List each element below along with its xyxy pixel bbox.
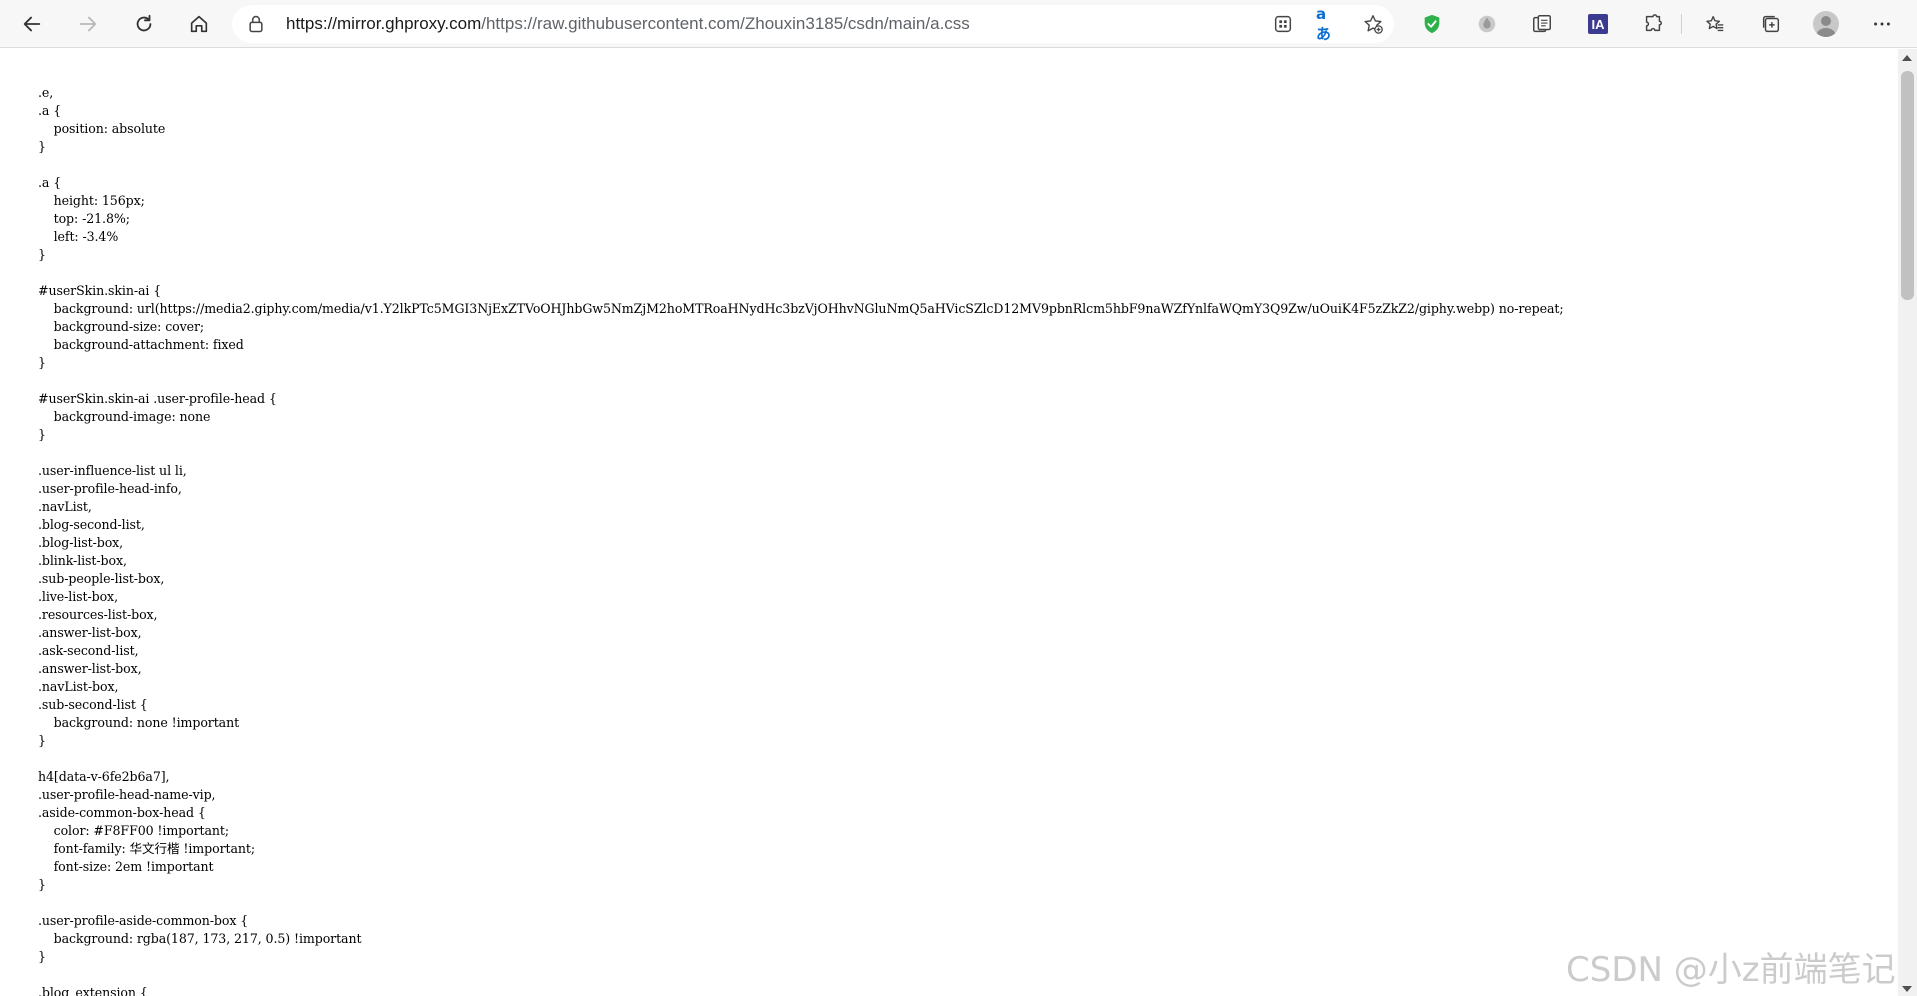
collections-copy-icon [1533,15,1551,33]
css-source-text[interactable]: .e, .a { position: absolute } .a { heigh… [38,84,1564,996]
back-arrow-icon [23,16,41,32]
scroll-up-arrow-icon[interactable] [1902,55,1912,61]
add-favorite-icon [1364,15,1383,34]
puzzle-extensions-icon [1645,14,1662,32]
collections-icon [1762,15,1780,33]
extensions-button[interactable] [1637,8,1669,40]
browser-toolbar: https://mirror.ghproxy.com/https://raw.g… [0,0,1917,48]
shield-extension-button[interactable] [1416,8,1448,40]
refresh-icon [136,14,152,32]
lock-icon[interactable] [246,14,266,34]
home-button[interactable] [183,8,215,40]
profile-button[interactable] [1810,8,1842,40]
translate-button[interactable]: aあ [1316,5,1338,43]
back-button[interactable] [16,8,48,40]
scroll-down-arrow-icon[interactable] [1902,986,1912,992]
app-grid-button[interactable] [1272,13,1294,35]
vertical-scrollbar[interactable] [1898,49,1917,996]
copy-extension-button[interactable] [1526,8,1558,40]
profile-avatar-icon [1813,11,1839,37]
toolbar-separator [1681,14,1682,34]
refresh-button[interactable] [128,8,160,40]
forward-arrow-icon [79,16,97,32]
app-grid-icon [1274,15,1292,33]
url-path: /https://raw.githubusercontent.com/Zhoux… [481,14,970,33]
add-favorite-button[interactable] [1362,13,1384,35]
url-host: https://mirror.ghproxy.com [286,14,482,33]
home-icon [190,15,208,33]
translate-icon: aあ [1316,4,1332,43]
favorites-icon [1706,15,1724,32]
more-menu-icon [1874,22,1890,26]
csdn-watermark: CSDN @小z前端笔记 [1566,950,1896,990]
url-text[interactable]: https://mirror.ghproxy.com/https://raw.g… [286,5,970,43]
shield-check-icon [1424,14,1440,34]
ia-extension-icon: IA [1588,14,1608,34]
favorites-button[interactable] [1699,8,1731,40]
more-menu-button[interactable] [1866,8,1898,40]
drop-extension-button[interactable] [1471,8,1503,40]
collections-button[interactable] [1755,8,1787,40]
scrollbar-thumb[interactable] [1901,71,1914,300]
forward-button[interactable] [72,8,104,40]
extension-drop-icon [1478,15,1496,33]
address-bar[interactable]: https://mirror.ghproxy.com/https://raw.g… [232,5,1394,43]
page-content: .e, .a { position: absolute } .a { heigh… [0,49,1898,996]
ia-extension-button[interactable]: IA [1582,8,1614,40]
